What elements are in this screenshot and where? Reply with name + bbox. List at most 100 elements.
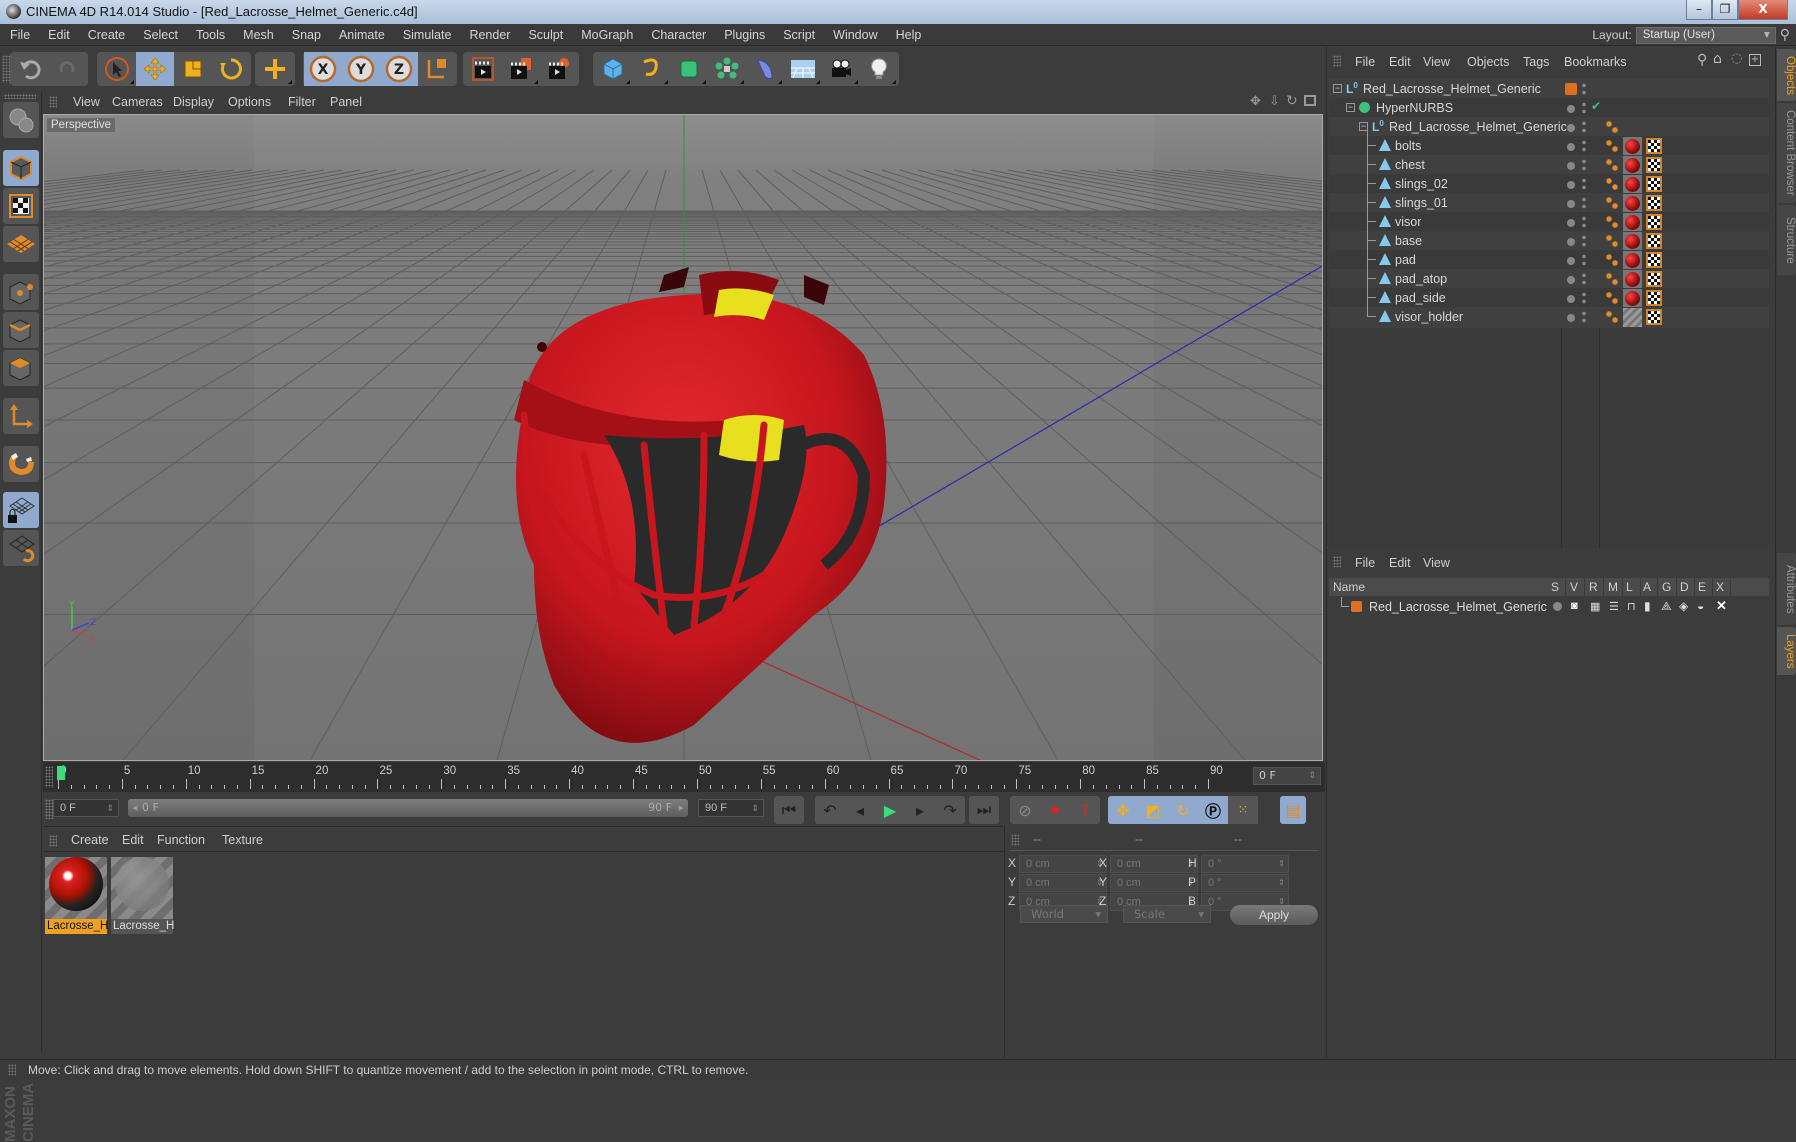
coords-grip[interactable] (1011, 834, 1019, 846)
floor-icon[interactable] (784, 52, 822, 86)
menu-script[interactable]: Script (774, 24, 824, 46)
layer-manager-grip[interactable] (1333, 556, 1341, 568)
workplane-mode-icon[interactable] (3, 226, 39, 262)
phong-tag-icon[interactable] (1605, 272, 1619, 286)
layer-xref-icon[interactable]: ✕ (1716, 598, 1727, 614)
tab-structure[interactable]: Structure (1777, 205, 1796, 275)
layer-column-g[interactable]: G (1662, 580, 1671, 594)
render-settings-icon[interactable] (540, 52, 578, 86)
current-frame-field[interactable]: 0 F ⇕ (1253, 767, 1321, 785)
light-icon[interactable] (860, 52, 898, 86)
toggle-panel-icon[interactable] (1304, 95, 1316, 106)
key-scale-icon[interactable]: ◩ (1138, 796, 1168, 824)
layer-column-v[interactable]: V (1570, 580, 1578, 594)
object-name[interactable]: base (1395, 234, 1422, 248)
position-x-field[interactable]: 0 cm ⇕ (1019, 855, 1107, 873)
key-parameter-icon[interactable]: Ⓟ (1198, 796, 1228, 824)
anim-grip[interactable] (45, 799, 53, 819)
visibility-dot[interactable] (1567, 162, 1575, 170)
material-swatch[interactable]: Lacrosse_H (45, 853, 108, 934)
object-name[interactable]: pad_side (1395, 291, 1446, 305)
key-rotation-icon[interactable]: ↻ (1168, 796, 1198, 824)
uvw-tag-icon[interactable] (1646, 195, 1662, 211)
left-toolbar-grip[interactable] (4, 94, 36, 99)
object-row[interactable]: pad_atop (1329, 260, 1769, 290)
menu-select[interactable]: Select (134, 24, 187, 46)
object-name[interactable]: HyperNURBS (1376, 101, 1453, 115)
lm-menu-edit[interactable]: Edit (1389, 556, 1411, 570)
object-row[interactable]: slings_02 (1329, 165, 1769, 195)
axis-mode-icon[interactable] (3, 398, 39, 434)
object-row[interactable]: pad_side (1329, 279, 1769, 309)
visibility-dot[interactable] (1567, 295, 1575, 303)
material-menu-function[interactable]: Function (157, 833, 205, 847)
object-row[interactable]: − L0 Red_Lacrosse_Helmet_Generic (1329, 79, 1769, 100)
render-visibility-dots[interactable] (1582, 82, 1586, 97)
undo-icon[interactable] (11, 52, 49, 86)
uvw-tag-icon[interactable] (1646, 157, 1662, 173)
phong-tag-icon[interactable] (1605, 310, 1619, 324)
uvw-tag-icon[interactable] (1646, 176, 1662, 192)
play-icon[interactable]: ▶ (875, 796, 905, 824)
material-tag-icon[interactable] (1623, 137, 1642, 156)
z-axis-icon[interactable]: Z (380, 52, 418, 86)
layer-column-d[interactable]: D (1680, 580, 1689, 594)
uvw-tag-icon[interactable] (1646, 214, 1662, 230)
visibility-dot[interactable] (1567, 314, 1575, 322)
material-tag-icon[interactable] (1623, 213, 1642, 232)
visibility-dot[interactable] (1567, 105, 1575, 113)
visibility-dot[interactable] (1567, 238, 1575, 246)
render-visibility-dots[interactable] (1582, 139, 1586, 154)
y-axis-icon[interactable]: Y (342, 52, 380, 86)
layer-manager-icon[interactable]: ☰ (1609, 600, 1619, 613)
uvw-tag-icon[interactable] (1646, 138, 1662, 154)
object-row[interactable]: pad (1329, 241, 1769, 271)
texture-mode-icon[interactable] (3, 188, 39, 224)
collapse-toggle[interactable]: − (1346, 103, 1355, 112)
rotation-h-field[interactable]: 0 ° ⇕ (1201, 855, 1289, 873)
layer-render-icon[interactable]: ▦ (1590, 600, 1600, 613)
layer-color-tag[interactable] (1565, 83, 1577, 95)
phong-tag-icon[interactable] (1605, 215, 1619, 229)
material-menu-edit[interactable]: Edit (122, 833, 144, 847)
visibility-dot[interactable] (1567, 257, 1575, 265)
object-row[interactable]: visor (1329, 203, 1769, 233)
layer-column-r[interactable]: R (1589, 580, 1598, 594)
viewport-menu-display[interactable]: Display (173, 95, 214, 109)
layer-column-x[interactable]: X (1716, 580, 1724, 594)
visibility-dot[interactable] (1567, 124, 1575, 132)
prev-key-icon[interactable]: ↶ (815, 796, 845, 824)
phong-tag-icon[interactable] (1605, 177, 1619, 191)
spline-icon[interactable] (632, 52, 670, 86)
tab-layers[interactable]: Layers (1777, 627, 1796, 675)
object-row[interactable]: slings_01 (1329, 184, 1769, 214)
x-axis-icon[interactable]: X (304, 52, 342, 86)
layer-generators-icon[interactable]: ⟁ (1661, 599, 1672, 614)
move-view-icon[interactable]: ✥ (1250, 94, 1261, 109)
material-swatch[interactable]: Lacrosse_H (111, 853, 174, 934)
object-row[interactable]: − HyperNURBS ✔ (1329, 98, 1769, 119)
timeline-ruler[interactable]: 051015202530354045505560657075808590 (53, 762, 1233, 792)
apply-button[interactable]: Apply (1230, 905, 1318, 925)
layer-column-s[interactable]: S (1551, 580, 1559, 594)
new-view-icon[interactable]: + (1749, 54, 1761, 66)
om-menu-bookmarks[interactable]: Bookmarks (1564, 55, 1627, 69)
tab-attributes[interactable]: Attributes (1777, 553, 1796, 625)
viewport-menu-panel[interactable]: Panel (330, 95, 362, 109)
scale-icon[interactable] (174, 52, 212, 86)
material-menu-create[interactable]: Create (71, 833, 109, 847)
render-visibility-dots[interactable] (1582, 177, 1586, 192)
timeline-grip[interactable] (45, 766, 53, 788)
phong-tag-icon[interactable] (1605, 158, 1619, 172)
cube-icon[interactable] (594, 52, 632, 86)
edges-mode-icon[interactable] (3, 312, 39, 348)
goto-end-icon[interactable]: ⏭ (969, 796, 999, 824)
object-name[interactable]: visor (1395, 215, 1421, 229)
phong-tag-icon[interactable] (1605, 234, 1619, 248)
render-visibility-dots[interactable] (1582, 253, 1586, 268)
lm-menu-file[interactable]: File (1355, 556, 1375, 570)
next-frame-icon[interactable]: ▸ (905, 796, 935, 824)
render-visibility-dots[interactable] (1582, 215, 1586, 230)
layer-visible-icon[interactable]: ◙ (1571, 600, 1578, 612)
nurbs-icon[interactable] (670, 52, 708, 86)
